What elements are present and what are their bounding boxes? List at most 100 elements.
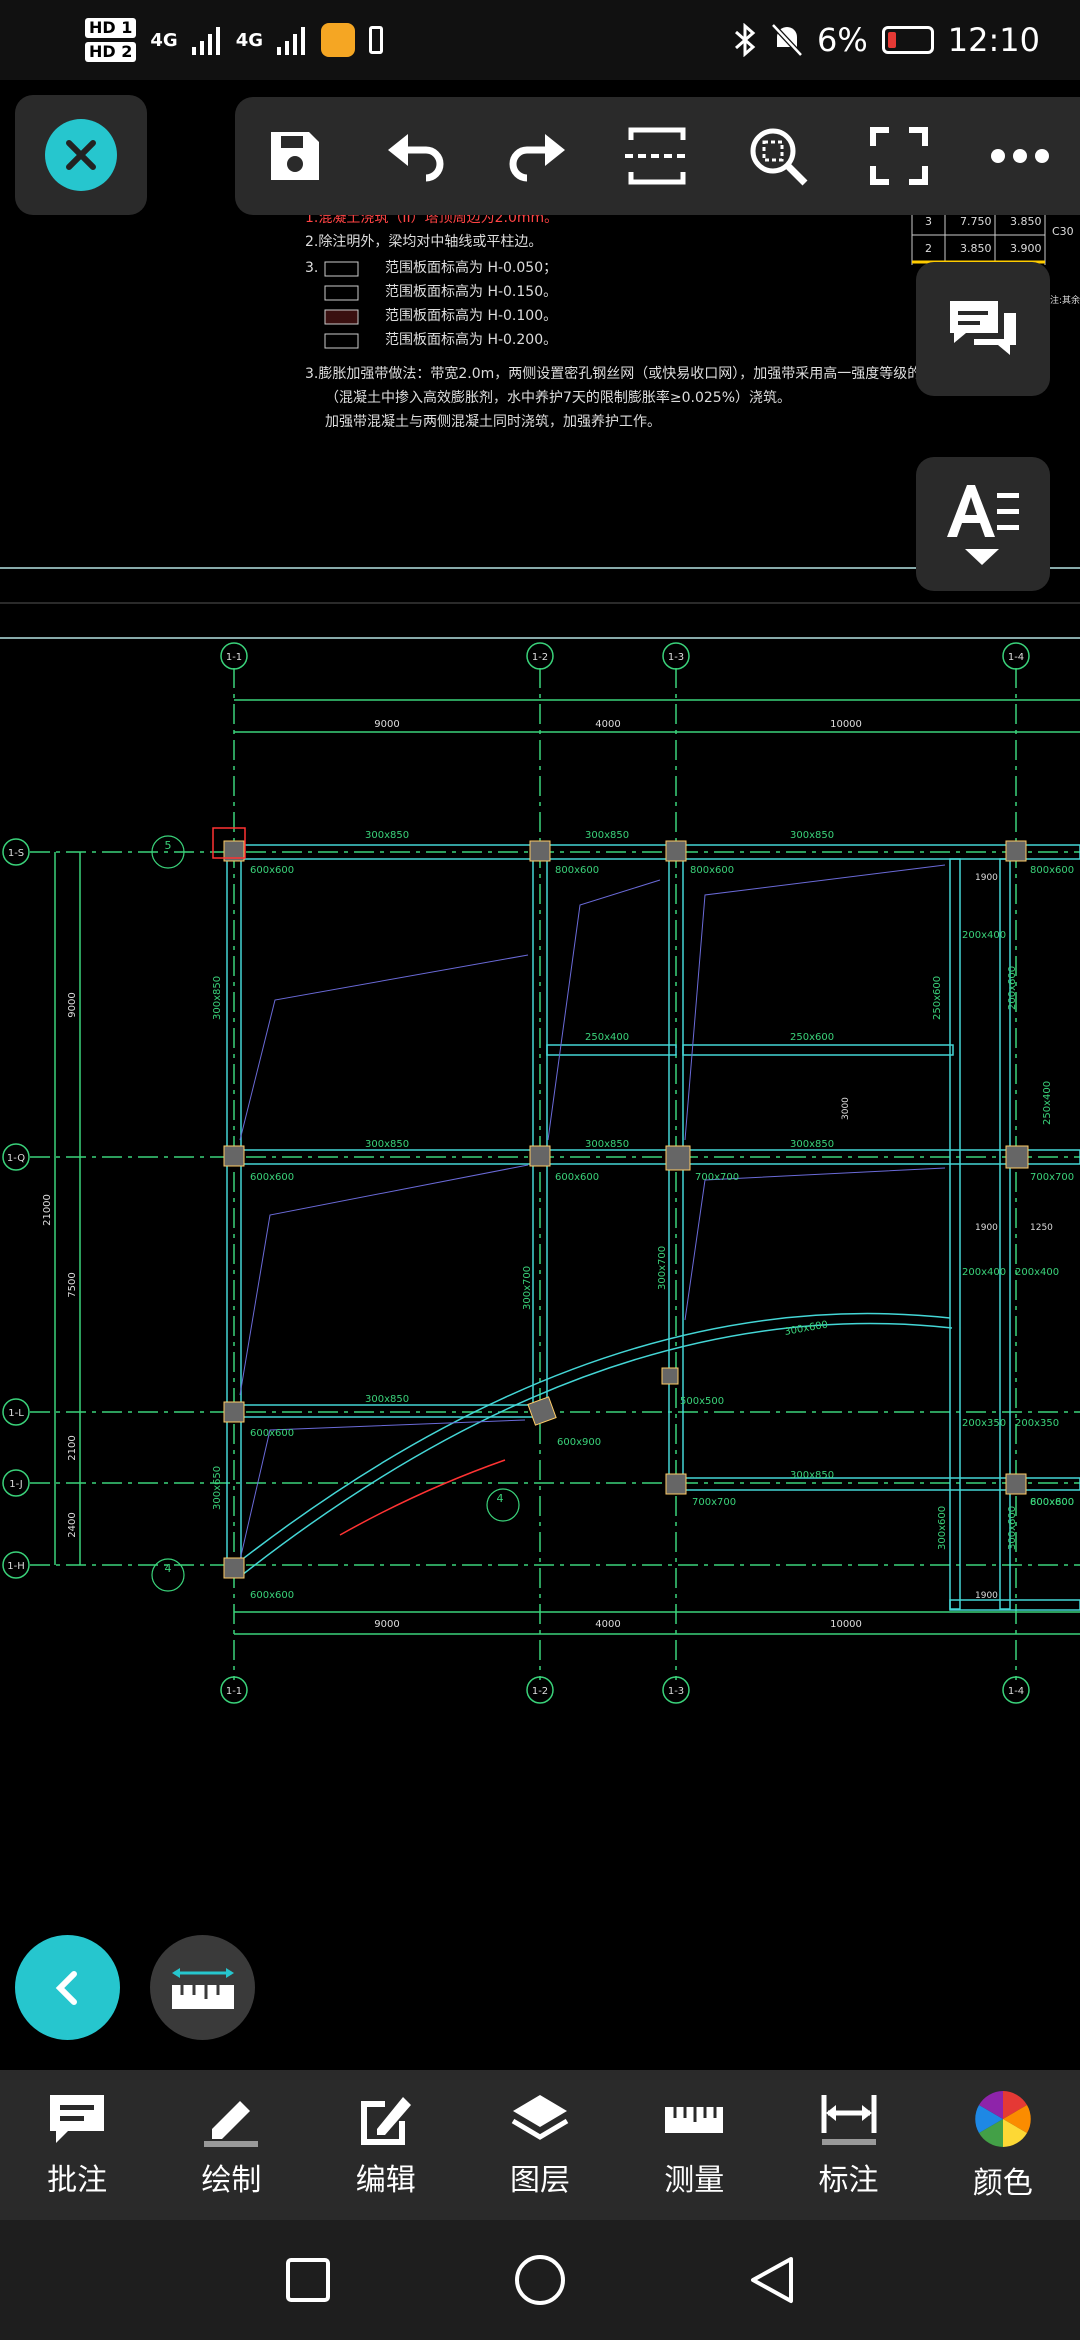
section-tag: 4 [165,1562,172,1575]
save-button[interactable] [255,116,335,196]
tab-edit[interactable]: 编辑 [316,2091,456,2199]
fullscreen-icon [869,127,928,185]
layers-icon [511,2095,569,2140]
bluetooth-icon [735,23,756,57]
redo-button[interactable] [497,116,577,196]
dim-text: 9000 [374,1619,399,1630]
signal-icon [277,27,305,55]
zoom-region-button[interactable] [738,116,818,196]
beam-label: 200x350 [962,1418,1006,1429]
note-line: 3. [305,260,318,276]
column-label: 800x600 [1030,865,1074,876]
note-line: 范围板面标高为 H-0.100。 [385,307,557,324]
table-cell: C30 [1052,225,1074,238]
dim-text: 9000 [374,719,399,730]
expansion-band [339,1459,506,1536]
region-select-button[interactable] [617,116,697,196]
dimension-icon [821,2095,877,2145]
tab-measure[interactable]: 测量 [624,2091,764,2199]
hd1-badge: HD 1 [85,18,137,38]
status-right: 6% 12:10 [733,21,1040,59]
back-icon[interactable] [747,2253,797,2307]
system-nav-bar [0,2220,1080,2340]
beam-label: 250x400 [1042,1081,1053,1125]
pencil-icon [204,2101,259,2147]
beam-label: 700x700 [695,1172,739,1183]
mute-bell-icon [771,23,803,57]
table-cell: 3.900 [1010,242,1042,255]
axis-label: 1-J [9,1479,22,1490]
network-type-1: 4G [150,29,178,51]
home-icon[interactable] [513,2253,567,2307]
axis-label: 1-L [8,1408,24,1419]
beam-label: 300x850 [365,830,409,841]
tab-layers[interactable]: 图层 [470,2091,610,2199]
text-style-button[interactable] [916,457,1050,591]
comments-icon [950,301,1016,355]
collapse-button[interactable] [15,1935,120,2040]
status-bar: HD 1 HD 2 4G 4G 6% 12:10 [0,0,1080,80]
hatch-legend [324,285,359,301]
beam-label: 250x600 [790,1032,834,1043]
more-button[interactable] [980,116,1060,196]
table-cell: 7.750 [960,215,992,228]
clock: 12:10 [947,21,1040,59]
tab-dimension[interactable]: 标注 [779,2091,919,2199]
tab-label: 测量 [664,2163,725,2198]
axis-label: 1-4 [1008,1686,1024,1697]
beam-label: 300x600 [1007,1506,1018,1550]
tab-comment[interactable]: 批注 [7,2091,147,2199]
beam-label: 300x850 [585,830,629,841]
axis-label: 1-3 [668,1686,684,1697]
dim-text: 2400 [67,1512,78,1537]
weibo-icon [321,23,355,57]
quick-measure-button[interactable] [150,1935,255,2040]
tab-draw[interactable]: 绘制 [161,2091,301,2199]
battery-percent: 6% [817,21,868,59]
battery-icon [881,26,934,54]
close-button[interactable] [45,119,117,191]
hatch-legend [324,261,359,277]
axis-label: 1-4 [1008,652,1024,663]
column-label: 600x600 [250,1590,294,1601]
comments-button[interactable] [916,262,1050,396]
hd-indicators: HD 1 HD 2 [85,18,137,62]
dim-text: 10000 [830,1619,862,1630]
note-line: （混凝土中掺入高效膨胀剂，水中养护7天的限制膨胀率≥0.025%）浇筑。 [325,389,791,406]
dim-text: 4000 [595,1619,620,1630]
tab-label: 绘制 [201,2163,262,2198]
hd2-badge: HD 2 [85,42,137,62]
beam-label: 300x850 [585,1139,629,1150]
beam-label: 200x400 [962,930,1006,941]
column-label: 800x600 [555,865,599,876]
top-toolbar [235,97,1080,215]
fullscreen-button[interactable] [859,116,939,196]
zoom-region-icon [750,128,808,186]
hatch-legend [324,333,359,349]
recents-icon[interactable] [283,2255,333,2305]
tab-label: 颜色 [972,2166,1033,2201]
status-left: HD 1 HD 2 4G 4G [85,18,383,62]
text-style-icon [947,485,1019,565]
beam-label: 300x850 [790,1470,834,1481]
axis-label: 1-1 [226,1686,242,1697]
table-cell: 2 [925,242,932,255]
tab-color[interactable]: 颜色 [933,2088,1073,2202]
tab-label: 标注 [818,2163,879,2198]
table-cell: 3 [925,215,932,228]
axis-label: 1-Q [7,1153,25,1164]
ruler-measure-icon [171,1967,234,2009]
section-tag: 4 [497,1492,504,1505]
dim-text: 1900 [975,1591,998,1601]
beam-label: 300x850 [365,1394,409,1405]
column-label: 700x700 [692,1497,736,1508]
hatch-legend [324,309,359,325]
undo-button[interactable] [376,116,456,196]
beam-label: 250x400 [585,1032,629,1043]
save-icon [271,132,320,180]
dim-text: 7500 [67,1272,78,1297]
beam-label: 300x700 [657,1246,668,1290]
beam-label: 300x850 [212,976,223,1020]
beam-label: 700x700 [1030,1172,1074,1183]
comment-icon [50,2095,105,2143]
